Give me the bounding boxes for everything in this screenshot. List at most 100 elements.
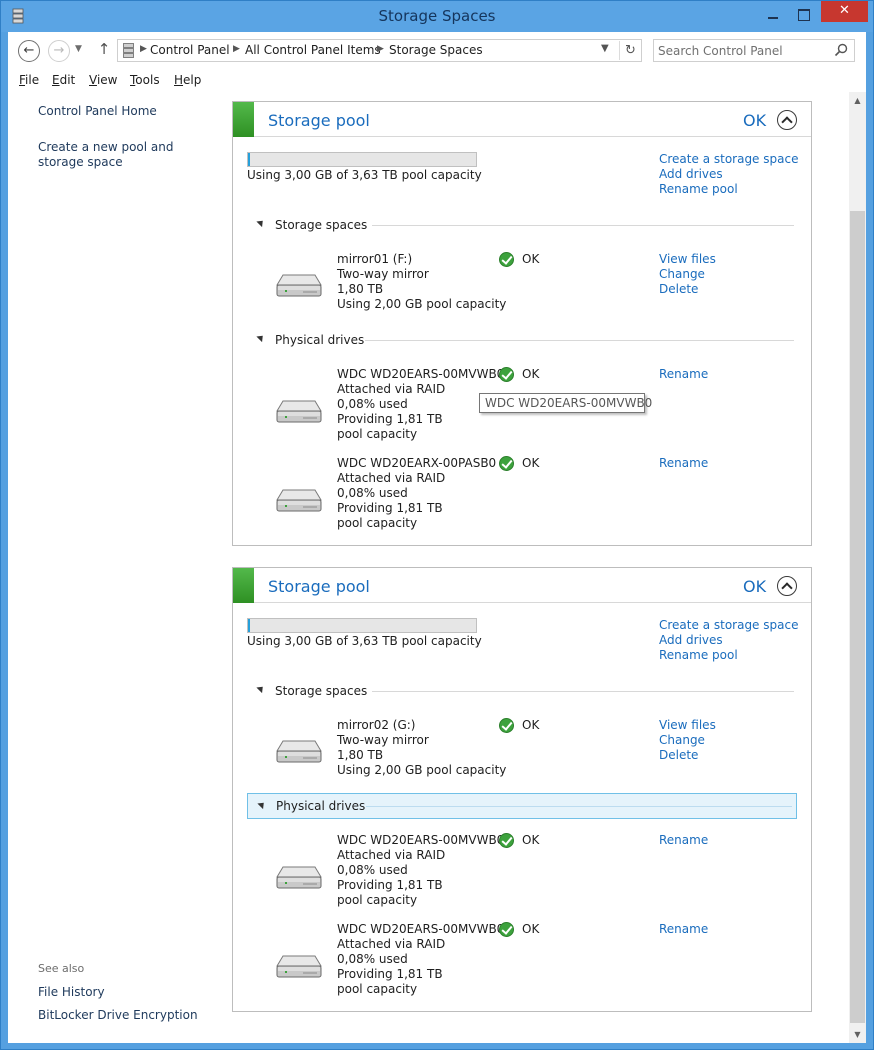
expand-triangle-icon[interactable]	[256, 217, 266, 228]
menu-help[interactable]: Help	[174, 73, 201, 87]
view-files-link[interactable]: View files	[659, 718, 716, 732]
pool-status-bar	[233, 568, 254, 603]
vertical-scrollbar[interactable]: ▲ ▼	[849, 92, 866, 1043]
left-pane: Control Panel Home Create a new pool and…	[8, 92, 226, 1043]
title-bar[interactable]: Storage Spaces ✕	[1, 1, 873, 32]
bitlocker-link[interactable]: BitLocker Drive Encryption	[38, 1008, 198, 1023]
ok-check-icon	[499, 252, 514, 267]
search-input[interactable]	[658, 42, 828, 59]
pool-title: Storage pool	[268, 111, 370, 130]
back-button[interactable]: ←	[18, 40, 40, 62]
minimize-button[interactable]	[759, 5, 787, 25]
window-client: ← → ▼ ↑ ▶ Control Panel ▶ All Control Pa…	[8, 32, 866, 1043]
change-link[interactable]: Change	[659, 267, 705, 281]
drive-icon	[276, 866, 322, 889]
control-panel-home-link[interactable]: Control Panel Home	[38, 104, 157, 119]
drive-icon	[276, 955, 322, 978]
see-also-label: See also	[38, 962, 85, 975]
menu-tools[interactable]: Tools	[130, 73, 160, 87]
create-storage-space-link[interactable]: Create a storage space	[659, 152, 798, 166]
pool-status: OK	[743, 111, 767, 130]
rename-drive-link[interactable]: Rename	[659, 922, 708, 936]
storage-spaces-section-header[interactable]: Storage spaces	[247, 214, 794, 237]
space-status: OK	[499, 252, 559, 268]
breadcrumb-storage-spaces[interactable]: Storage Spaces	[389, 43, 483, 57]
rename-pool-link[interactable]: Rename pool	[659, 648, 738, 662]
search-icon[interactable]	[833, 42, 849, 58]
pool-title: Storage pool	[268, 577, 370, 596]
menu-edit[interactable]: Edit	[52, 73, 75, 87]
breadcrumb-chevron-icon[interactable]: ▶	[140, 44, 147, 54]
address-dropdown-icon[interactable]: ▼	[601, 43, 609, 54]
breadcrumb-all-items[interactable]: All Control Panel Items	[245, 43, 381, 57]
section-label: Storage spaces	[275, 218, 368, 232]
pool-capacity-bar	[247, 152, 477, 167]
forward-button[interactable]: →	[48, 40, 70, 62]
ok-check-icon	[499, 718, 514, 733]
ok-check-icon	[499, 456, 514, 471]
change-link[interactable]: Change	[659, 733, 705, 747]
rename-pool-link[interactable]: Rename pool	[659, 182, 738, 196]
section-divider	[366, 806, 792, 807]
rename-drive-link[interactable]: Rename	[659, 456, 708, 470]
view-files-link[interactable]: View files	[659, 252, 716, 266]
address-bar[interactable]: ▶ Control Panel ▶ All Control Panel Item…	[117, 39, 642, 62]
section-label: Physical drives	[276, 799, 366, 813]
scroll-down-icon[interactable]: ▼	[849, 1026, 866, 1043]
drive-icon	[276, 740, 322, 763]
search-box[interactable]	[653, 39, 855, 62]
add-drives-link[interactable]: Add drives	[659, 633, 723, 647]
section-divider	[372, 225, 794, 226]
space-status: OK	[499, 718, 559, 734]
recent-locations-chevron-icon[interactable]: ▼	[75, 44, 82, 54]
rename-drive-link[interactable]: Rename	[659, 367, 708, 381]
close-button[interactable]: ✕	[821, 1, 868, 22]
scroll-up-icon[interactable]: ▲	[849, 92, 866, 109]
delete-link[interactable]: Delete	[659, 748, 698, 762]
scroll-thumb[interactable]	[850, 211, 865, 1023]
refresh-button[interactable]: ↻	[619, 41, 641, 60]
storage-pool-panel: Storage pool OK Using 3,00 GB of 3,63 TB…	[232, 101, 812, 546]
breadcrumb-chevron-icon[interactable]: ▶	[377, 44, 384, 54]
storage-spaces-section-header[interactable]: Storage spaces	[247, 680, 794, 703]
navigation-row: ← → ▼ ↑ ▶ Control Panel ▶ All Control Pa…	[8, 32, 866, 68]
physical-drives-section-header[interactable]: Physical drives	[247, 793, 797, 819]
physical-drives-section-header[interactable]: Physical drives	[247, 329, 794, 352]
drive-icon	[276, 489, 322, 512]
window-title: Storage Spaces	[378, 7, 496, 25]
maximize-button[interactable]	[789, 5, 817, 25]
menu-view[interactable]: View	[89, 73, 117, 87]
menu-bar: File Edit View Tools Help	[8, 68, 866, 92]
breadcrumb-chevron-icon[interactable]: ▶	[233, 44, 240, 54]
up-button[interactable]: ↑	[96, 40, 112, 60]
pool-capacity-bar	[247, 618, 477, 633]
file-history-link[interactable]: File History	[38, 985, 105, 1000]
physical-drive-details: WDC WD20EARS-00MVWB0 Attached via RAID 0,0…	[337, 367, 505, 441]
ok-check-icon	[499, 367, 514, 382]
drive-name-tooltip: WDC WD20EARS-00MVWB0	[479, 393, 652, 413]
control-panel-icon	[123, 43, 134, 58]
create-pool-link[interactable]: Create a new pool and storage space	[38, 140, 213, 170]
add-drives-link[interactable]: Add drives	[659, 167, 723, 181]
ok-check-icon	[499, 922, 514, 937]
collapse-chevron-icon[interactable]	[777, 110, 797, 130]
section-label: Storage spaces	[275, 684, 368, 698]
delete-link[interactable]: Delete	[659, 282, 698, 296]
drive-status: OK	[499, 833, 559, 849]
window: Storage Spaces ✕ ← → ▼ ↑ ▶ Control Panel…	[0, 0, 874, 1050]
rename-drive-link[interactable]: Rename	[659, 833, 708, 847]
expand-triangle-icon[interactable]	[256, 683, 266, 694]
menu-file[interactable]: File	[19, 73, 39, 87]
expand-triangle-icon[interactable]	[256, 332, 266, 343]
collapse-chevron-icon[interactable]	[777, 576, 797, 596]
drive-status: OK	[499, 367, 559, 383]
create-storage-space-link[interactable]: Create a storage space	[659, 618, 798, 632]
storage-space-details: mirror01 (F:) Two-way mirror 1,80 TB Using …	[337, 252, 507, 311]
pool-capacity-text: Using 3,00 GB of 3,63 TB pool capacity	[247, 634, 482, 648]
ok-check-icon	[499, 833, 514, 848]
expand-triangle-icon[interactable]	[257, 799, 267, 810]
physical-drive-details: WDC WD20EARS-00MVWB0 Attached via RAID 0,0…	[337, 922, 505, 996]
drive-icon	[276, 274, 322, 297]
physical-drive-details: WDC WD20EARX-00PASB0 Attached via RAID 0,0…	[337, 456, 497, 530]
breadcrumb-control-panel[interactable]: Control Panel	[150, 43, 230, 57]
